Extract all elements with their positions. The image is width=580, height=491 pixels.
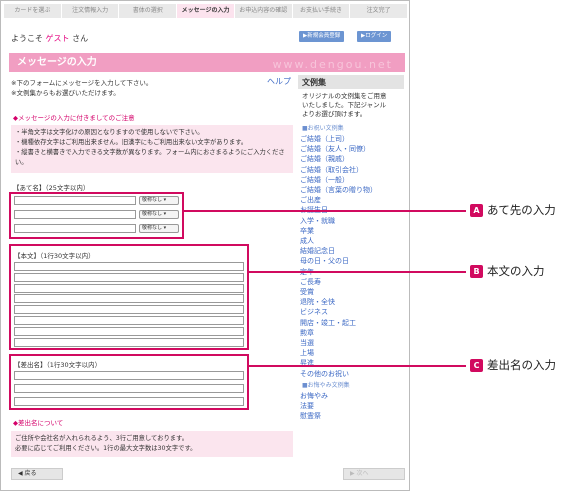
sidebar-link[interactable]: 勲章 — [298, 328, 404, 338]
watermark: www.dengou.net — [272, 58, 393, 71]
sidebar-link[interactable]: ご結婚（一般） — [298, 175, 404, 185]
page-title: メッセージの入力 — [17, 57, 97, 68]
callout-line-c — [248, 365, 466, 367]
sidebar-link[interactable]: 結婚記念日 — [298, 246, 404, 256]
note-line: ※文例集からもお選びいただけます。 — [11, 88, 120, 97]
caution-heading: ◆メッセージの入力に付きましてのご注意 — [13, 114, 135, 122]
sidebar-link[interactable]: ご出産 — [298, 195, 404, 205]
sample-text-sidebar: 文例集 オリジナルの文例集をご用意 いたしました。下記ジャンル よりお選び頂けま… — [298, 75, 404, 421]
atena-honorific-select-3[interactable]: 敬称なし ▾ — [139, 224, 179, 233]
sidebar-link[interactable]: 法要 — [298, 401, 404, 411]
honbun-input-1[interactable] — [14, 262, 244, 271]
sidebar-link[interactable]: ご結婚（親戚） — [298, 154, 404, 164]
sidebar-desc-line: よりお選び頂けます。 — [302, 110, 367, 118]
honbun-input-6[interactable] — [14, 316, 244, 325]
login-button[interactable]: ▶ログイン — [357, 31, 392, 42]
sidebar-link[interactable]: 上場 — [298, 348, 404, 358]
sidebar-link[interactable]: 母の日・父の日 — [298, 256, 404, 266]
caution-line: ・機種依存文字はご利用出来ません。旧漢字にもご利用出来ない文字があります。 — [15, 139, 248, 146]
step-tab: カードを選ぶ — [4, 4, 61, 18]
step-tab: 注文情報入力 — [61, 4, 119, 18]
sashidashi-note-line: ご住所や会社名が入れられるよう、3行ご用意しております。 — [15, 435, 189, 442]
register-button[interactable]: ▶新規会員登録 — [299, 31, 345, 42]
sidebar-link[interactable]: お悔やみ — [298, 391, 404, 401]
callout-text-a: あて先の入力 — [487, 203, 556, 217]
welcome-suffix: さん — [72, 34, 89, 43]
honbun-input-5[interactable] — [14, 305, 244, 315]
sidebar-description: オリジナルの文例集をご用意 いたしました。下記ジャンル よりお選び頂けます。 — [298, 89, 404, 119]
sidebar-link[interactable]: 成人 — [298, 236, 404, 246]
sidebar-link[interactable]: 退院・全快 — [298, 297, 404, 307]
note-line: ※下のフォームにメッセージを入力して下さい。 — [11, 79, 153, 87]
step-tabs: カードを選ぶ 注文情報入力 書体の選択 メッセージの入力 お申込内容の確認 お支払い手続き… — [4, 4, 408, 18]
guest-name: ゲスト — [45, 34, 70, 43]
sidebar-link[interactable]: 入学・就職 — [298, 216, 404, 226]
honbun-input-8[interactable] — [14, 337, 244, 347]
sidebar-category-condolence: ■お悔やみ文例集 — [302, 381, 350, 389]
sidebar-category-celebration: ■お祝い文例集 — [302, 125, 344, 132]
sidebar-link[interactable]: 慰霊祭 — [298, 411, 404, 421]
atena-input-2[interactable] — [14, 210, 136, 219]
back-button[interactable]: ◀ 戻る — [11, 468, 63, 480]
callout-line-b — [248, 271, 466, 273]
sidebar-link[interactable]: 卒業 — [298, 226, 404, 236]
atena-honorific-select-1[interactable]: 敬称なし ▾ — [139, 196, 179, 205]
help-link[interactable]: ヘルプ — [267, 76, 291, 87]
callout-text-b: 本文の入力 — [487, 264, 545, 278]
sashidashi-note-heading: ◆差出名について — [13, 419, 64, 427]
honbun-input-2[interactable] — [14, 272, 244, 282]
page-title-bar: メッセージの入力 www.dengou.net — [9, 53, 405, 72]
caution-line: ・半角文字は文字化けの原因となりますので使用しないで下さい。 — [15, 129, 204, 136]
sidebar-link[interactable]: 受賞 — [298, 287, 404, 297]
sidebar-link[interactable]: その他のお祝い — [298, 369, 404, 379]
honbun-input-3[interactable] — [14, 283, 244, 293]
sidebar-title: 文例集 — [298, 75, 404, 89]
sidebar-desc-line: オリジナルの文例集をご用意 — [302, 92, 387, 100]
honbun-label: 【本文】（1行30文字以内） — [14, 252, 95, 260]
step-tab: お支払い手続き — [292, 4, 350, 18]
step-tab: メッセージの入力 — [177, 4, 234, 18]
sidebar-link[interactable]: ご結婚（上司） — [298, 134, 404, 144]
sashidashi-input-3[interactable] — [14, 397, 244, 406]
sidebar-link[interactable]: ご結婚（取引会社） — [298, 165, 404, 175]
callout-badge-a: A — [470, 204, 483, 217]
atena-input-1[interactable] — [14, 196, 136, 205]
caution-box: ・半角文字は文字化けの原因となりますので使用しないで下さい。 ・機種依存文字はご… — [11, 125, 293, 173]
callout-line-a — [183, 210, 466, 212]
step-tab: 書体の選択 — [119, 4, 177, 18]
sidebar-link[interactable]: 昇進 — [298, 358, 404, 368]
sashidashi-note-box: ご住所や会社名が入れられるよう、3行ご用意しております。 必要に応じてご利用くだ… — [11, 431, 293, 457]
honbun-input-4[interactable] — [14, 294, 244, 304]
step-tab: 注文完了 — [350, 4, 408, 18]
welcome-text: ようこそ ゲスト さん — [11, 33, 88, 44]
sidebar-link[interactable]: ビジネス — [298, 307, 404, 317]
callout-badge-c: C — [470, 359, 483, 372]
atena-label: 【あて名】（25文字以内） — [13, 184, 90, 192]
sashidashi-input-1[interactable] — [14, 371, 244, 380]
sidebar-link[interactable]: 当選 — [298, 338, 404, 348]
sidebar-desc-line: いたしました。下記ジャンル — [302, 101, 387, 109]
callout-badge-b: B — [470, 265, 483, 278]
sidebar-link[interactable]: ご長寿 — [298, 277, 404, 287]
next-button[interactable]: ▶ 次へ — [343, 468, 405, 480]
sidebar-link[interactable]: 開店・竣工・起工 — [298, 318, 404, 328]
sashidashi-label: 【差出名】（1行30文字以内） — [14, 361, 102, 369]
app-frame: カードを選ぶ 注文情報入力 書体の選択 メッセージの入力 お申込内容の確認 お支払い手続き… — [0, 0, 410, 491]
atena-honorific-select-2[interactable]: 敬称なし ▾ — [139, 210, 179, 219]
sashidashi-note-line: 必要に応じてご利用ください。1行の最大文字数は30文字です。 — [15, 445, 197, 452]
welcome-prefix: ようこそ — [11, 34, 43, 43]
sidebar-link[interactable]: ご結婚（友人・同僚） — [298, 144, 404, 154]
instructions: ※下のフォームにメッセージを入力して下さい。 ※文例集からもお選びいただけます。 — [11, 79, 152, 98]
callout-text-c: 差出名の入力 — [487, 358, 556, 372]
caution-line: ・縦書きと横書きで入力できる文字数が異なります。フォーム内におさまるようにご入力… — [15, 149, 285, 166]
honbun-input-7[interactable] — [14, 326, 244, 336]
step-tab: お申込内容の確認 — [234, 4, 292, 18]
sidebar-link[interactable]: ご結婚（言葉の贈り物） — [298, 185, 404, 195]
atena-input-3[interactable] — [14, 224, 136, 233]
sashidashi-input-2[interactable] — [14, 384, 244, 393]
